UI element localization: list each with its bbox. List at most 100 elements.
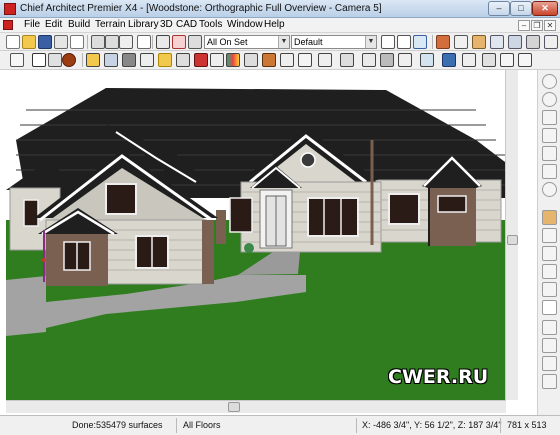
wall-tool-icon[interactable] bbox=[86, 53, 100, 67]
undo-icon[interactable] bbox=[91, 35, 105, 49]
down-one-floor-icon[interactable] bbox=[542, 228, 557, 243]
chevron-up-icon[interactable] bbox=[518, 53, 532, 67]
elevation-icon[interactable] bbox=[472, 35, 486, 49]
close-button[interactable]: ✕ bbox=[532, 1, 558, 16]
perspective-icon[interactable] bbox=[508, 35, 522, 49]
room-tool-icon[interactable] bbox=[104, 53, 118, 67]
floor-display-icon[interactable] bbox=[542, 246, 557, 261]
menu-library[interactable]: Library bbox=[128, 19, 159, 30]
reflection-icon[interactable] bbox=[542, 356, 557, 371]
wall-view-icon[interactable] bbox=[544, 35, 558, 49]
cabinet-icon[interactable] bbox=[176, 53, 190, 67]
text-tool-icon[interactable] bbox=[318, 53, 332, 67]
glass-house-icon[interactable] bbox=[526, 35, 540, 49]
pan-icon[interactable] bbox=[542, 182, 557, 197]
framing-icon[interactable] bbox=[262, 53, 276, 67]
select-arrow-icon[interactable] bbox=[32, 53, 46, 67]
new-plan-icon[interactable] bbox=[6, 35, 20, 49]
porch-stone-post bbox=[216, 210, 226, 244]
app-icon[interactable] bbox=[4, 3, 16, 15]
undo-zoom-icon[interactable] bbox=[542, 146, 557, 161]
arc-tool-icon[interactable] bbox=[298, 53, 312, 67]
print-icon[interactable] bbox=[54, 35, 68, 49]
title-bar: Chief Architect Premier X4 - [Woodstone:… bbox=[0, 0, 560, 18]
camera-house-icon[interactable] bbox=[436, 35, 450, 49]
pencil-icon[interactable] bbox=[10, 53, 24, 67]
menu-terrain[interactable]: Terrain bbox=[95, 19, 126, 30]
print-preview-icon[interactable] bbox=[70, 35, 84, 49]
menu-help[interactable]: Help bbox=[264, 19, 285, 30]
backup-icon[interactable] bbox=[482, 53, 496, 67]
status-mode: Done: bbox=[72, 420, 97, 430]
layer-set-select[interactable]: All On Set ▼ bbox=[204, 35, 290, 49]
layer-settings-icon[interactable] bbox=[188, 35, 202, 49]
circle-tool-icon[interactable] bbox=[62, 53, 76, 67]
zoom-window-icon[interactable] bbox=[542, 110, 557, 125]
menu-edit[interactable]: Edit bbox=[45, 19, 62, 30]
mdi-close-button[interactable]: ✕ bbox=[544, 20, 556, 31]
light-icon[interactable] bbox=[158, 53, 172, 67]
select-menu-icon[interactable] bbox=[48, 53, 62, 67]
door-tool-icon[interactable] bbox=[340, 53, 354, 67]
grid-toggle-icon[interactable] bbox=[542, 320, 557, 335]
horizontal-scroll-thumb[interactable] bbox=[228, 402, 240, 412]
tilt-icon[interactable] bbox=[542, 300, 557, 315]
zoom-in-toolbar-icon[interactable] bbox=[500, 53, 514, 67]
layer-lock-icon[interactable] bbox=[172, 35, 186, 49]
vertical-scrollbar[interactable] bbox=[505, 70, 518, 400]
document-icon[interactable] bbox=[3, 20, 13, 30]
watermark-text: CWER.RU bbox=[388, 366, 489, 388]
material-painter-icon[interactable] bbox=[226, 53, 240, 67]
layer-style-select[interactable]: Default ▼ bbox=[291, 35, 377, 49]
terrain-icon[interactable] bbox=[420, 53, 434, 67]
3d-box-icon[interactable] bbox=[442, 53, 456, 67]
library-icon[interactable] bbox=[398, 53, 412, 67]
mdi-restore-button[interactable]: ❐ bbox=[531, 20, 543, 31]
up-one-floor-icon[interactable] bbox=[542, 210, 557, 225]
window-center-left bbox=[229, 197, 253, 233]
horizontal-scrollbar[interactable] bbox=[6, 400, 506, 413]
cut-icon[interactable] bbox=[119, 35, 133, 49]
sun-angle-icon[interactable] bbox=[542, 374, 557, 389]
gable-round-window bbox=[300, 152, 316, 168]
zoom-fill-icon[interactable] bbox=[381, 35, 395, 49]
layer-display-icon[interactable] bbox=[156, 35, 170, 49]
maximize-button[interactable]: □ bbox=[510, 1, 532, 16]
glass-icon[interactable] bbox=[542, 338, 557, 353]
camera-icon[interactable] bbox=[462, 53, 476, 67]
eyedropper-icon[interactable] bbox=[210, 53, 224, 67]
open-folder-icon[interactable] bbox=[22, 35, 36, 49]
redo-icon[interactable] bbox=[105, 35, 119, 49]
grid-icon[interactable] bbox=[397, 35, 411, 49]
swap-view-icon[interactable] bbox=[542, 164, 557, 179]
status-view-size: 781 x 513 bbox=[507, 420, 547, 430]
vertical-scroll-thumb[interactable] bbox=[507, 235, 518, 245]
3d-viewport[interactable] bbox=[6, 70, 505, 400]
menu-cad[interactable]: CAD bbox=[176, 19, 197, 30]
line-tool-icon[interactable] bbox=[280, 53, 294, 67]
floor-plan-icon[interactable] bbox=[454, 35, 468, 49]
menu-tools[interactable]: Tools bbox=[199, 19, 222, 30]
menu-window[interactable]: Window bbox=[227, 19, 263, 30]
zoom-out-icon[interactable] bbox=[542, 92, 557, 107]
roof-tool-icon[interactable] bbox=[380, 53, 394, 67]
stairs-icon[interactable] bbox=[244, 53, 258, 67]
mdi-minimize-button[interactable]: – bbox=[518, 20, 530, 31]
view-icon[interactable] bbox=[413, 35, 427, 49]
minimize-button[interactable]: – bbox=[488, 1, 510, 16]
window-tool-icon[interactable] bbox=[362, 53, 376, 67]
fill-tool-icon[interactable] bbox=[122, 53, 136, 67]
zoom-in-icon[interactable] bbox=[542, 74, 557, 89]
overview-icon[interactable] bbox=[490, 35, 504, 49]
help-icon[interactable] bbox=[137, 35, 151, 49]
menu-bar: File Edit Build Terrain Library 3D CAD T… bbox=[0, 18, 560, 33]
dimension-icon[interactable] bbox=[140, 53, 154, 67]
menu-file[interactable]: File bbox=[24, 19, 40, 30]
orbit-icon[interactable] bbox=[542, 282, 557, 297]
color-icon[interactable] bbox=[194, 53, 208, 67]
save-icon[interactable] bbox=[38, 35, 52, 49]
menu-3d[interactable]: 3D bbox=[160, 19, 173, 30]
menu-build[interactable]: Build bbox=[68, 19, 90, 30]
fill-window-icon[interactable] bbox=[542, 128, 557, 143]
layer-toggle-icon[interactable] bbox=[542, 264, 557, 279]
